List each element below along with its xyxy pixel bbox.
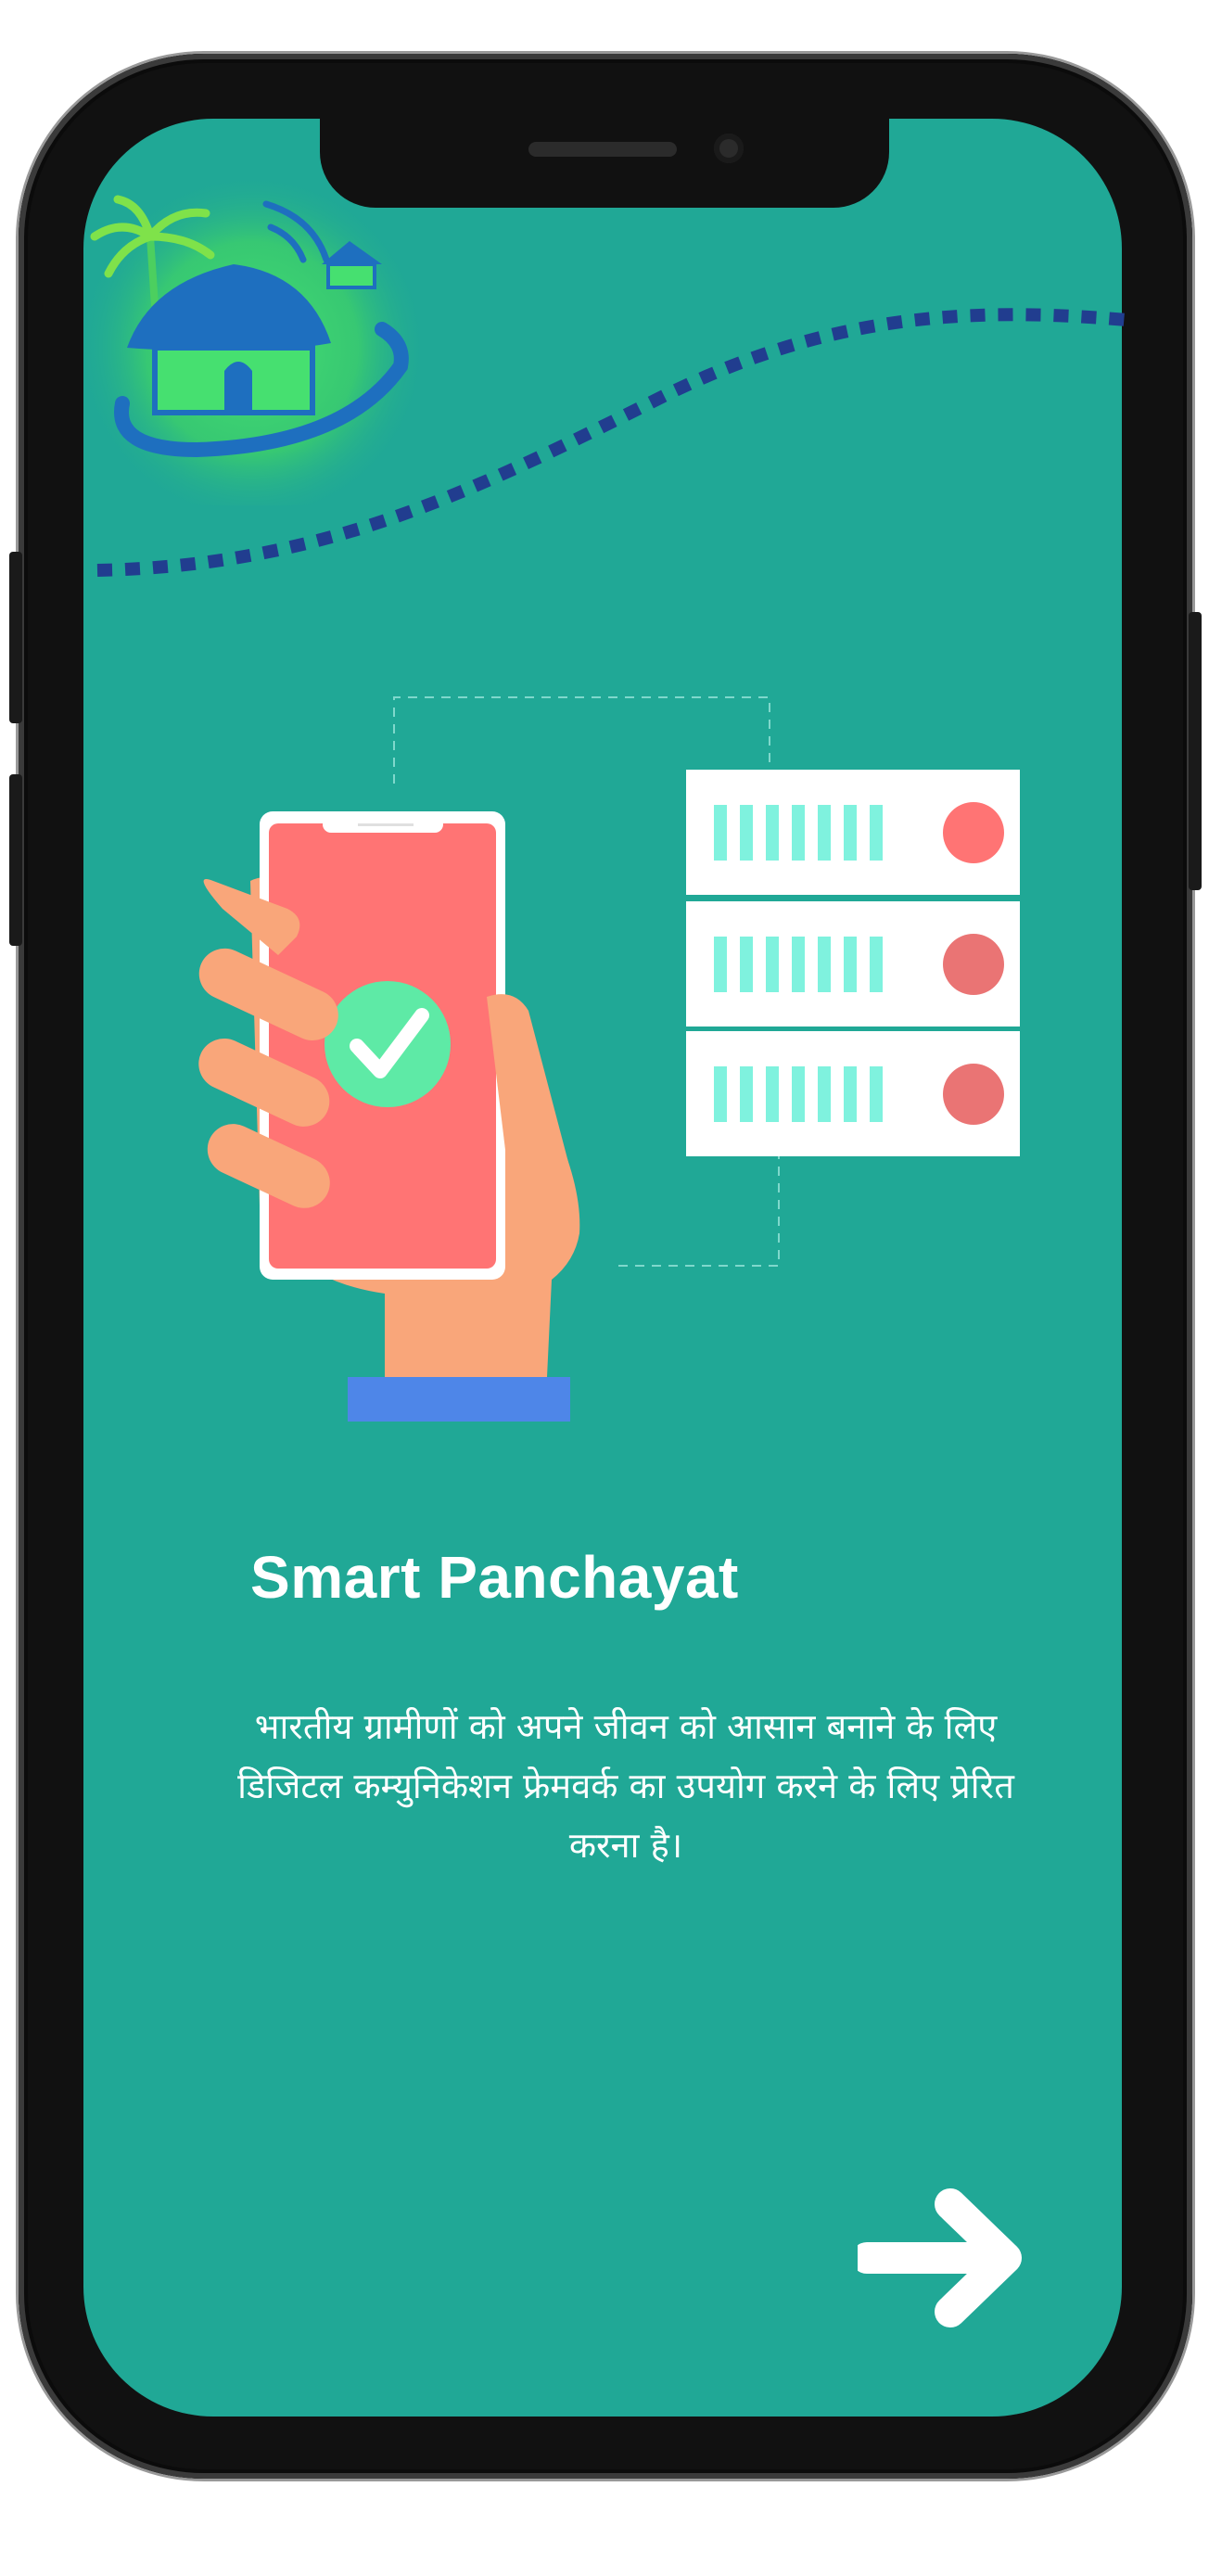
phone-speaker (528, 142, 677, 157)
arrow-right-icon (851, 2188, 1022, 2327)
phone-server-illustration (185, 686, 1038, 1432)
next-button[interactable] (851, 2184, 1024, 2332)
decorative-dashed-wave (83, 278, 1131, 597)
phone-camera (714, 134, 744, 163)
onboarding-description: भारतीय ग्रामीणों को अपने जीवन को आसान बन… (237, 1706, 1014, 1866)
side-button-volume (9, 774, 22, 946)
server-stack-icon (686, 770, 1020, 1156)
side-button-power (1189, 612, 1202, 890)
onboarding-title: Smart Panchayat (250, 1544, 739, 1611)
side-button-silent (9, 552, 22, 723)
phone-notch (320, 119, 889, 208)
